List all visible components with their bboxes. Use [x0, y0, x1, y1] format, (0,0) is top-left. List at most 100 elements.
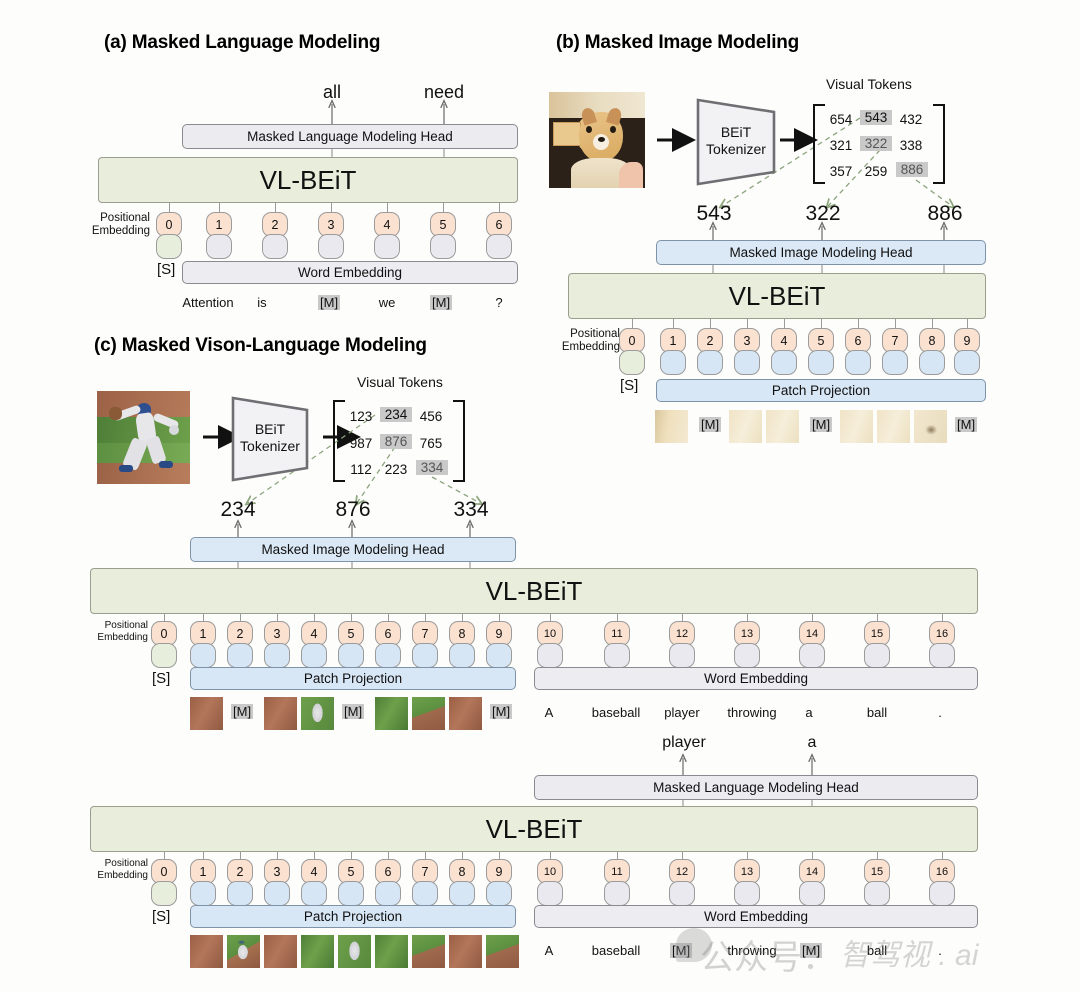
panel-c-bottom-patch-2: [264, 935, 297, 968]
panel-b-prediction-0: 543: [696, 202, 732, 225]
panel-a-word-2-mask: [M]: [318, 295, 341, 310]
panel-a-token-1: [206, 234, 232, 259]
panel-c-bottom-token-8: [449, 881, 475, 906]
panel-b-token-4: [771, 350, 797, 375]
panel-c-matrix-0-0: 123: [349, 409, 373, 424]
panel-b-patch-3: [766, 410, 799, 443]
panel-c-matrix-1-1: 876: [380, 434, 412, 449]
panel-b-matrix-0-0: 654: [829, 112, 853, 127]
panel-c-bottom-token-15: [864, 881, 890, 906]
panel-b-patch-6: [877, 410, 910, 443]
panel-c-top-patch-4-mask: [M]: [342, 704, 365, 719]
panel-c-bottom-word-1: baseball: [591, 943, 641, 958]
panel-c-matrix-2-0: 112: [350, 462, 372, 477]
panel-c-top-word-0: A: [544, 705, 554, 720]
panel-a-mlm-head: Masked Language Modeling Head: [182, 124, 518, 149]
panel-c-matrix-bracket-right: [453, 400, 465, 482]
panel-c-top-patch-2: [264, 697, 297, 730]
panel-c-top-token-1: [190, 643, 216, 668]
panel-c-bottom-token-11: [604, 881, 630, 906]
panel-c-top-patch-projection: Patch Projection: [190, 667, 516, 690]
panel-c-prediction-1: 876: [335, 498, 371, 521]
panel-b-matrix-1-0: 321: [829, 138, 853, 153]
panel-c-bottom-token-5: [338, 881, 364, 906]
panel-c-bottom-patch-3: [301, 935, 334, 968]
panel-c-top-token-4: [301, 643, 327, 668]
panel-b-token-5: [808, 350, 834, 375]
panel-c-matrix-2-2: 334: [416, 460, 448, 475]
panel-c-bottom-patch-projection: Patch Projection: [190, 905, 516, 928]
panel-b-source-image: [549, 92, 645, 188]
panel-b-matrix-0-2: 432: [899, 112, 923, 127]
panel-c-top-word-4: a: [805, 705, 813, 720]
panel-c-top-patch-5: [375, 697, 408, 730]
panel-c-matrix-2-1: 223: [384, 462, 408, 477]
panel-c-bottom-output-1: a: [807, 734, 817, 751]
panel-b-patch-5: [840, 410, 873, 443]
figure-root: (a) Masked Language Modeling all need Ma…: [0, 0, 1080, 992]
panel-a-token-2: [262, 234, 288, 259]
panel-a-title: (a) Masked Language Modeling: [104, 32, 381, 53]
panel-c-top-word-5: ball: [866, 705, 888, 720]
panel-b-matrix-bracket-left: [813, 104, 825, 184]
panel-c-visual-tokens-title: Visual Tokens: [357, 374, 443, 390]
panel-a-token-5: [430, 234, 456, 259]
watermark-text-cn: 公众号：: [700, 939, 836, 977]
panel-c-bottom-patch-0: [190, 935, 223, 968]
panel-c-bottom-token-3: [264, 881, 290, 906]
panel-c-bottom-patch-8: [486, 935, 519, 968]
panel-c-top-word-1: baseball: [591, 705, 641, 720]
panel-c-top-token-11: [604, 643, 630, 668]
panel-c-top-start-token: [S]: [152, 670, 171, 687]
panel-c-top-word-3: throwing: [727, 705, 777, 720]
panel-a-output-need: need: [423, 82, 465, 102]
panel-a-word-embedding: Word Embedding: [182, 261, 518, 284]
panel-a-backbone: VL-BEiT: [98, 157, 518, 203]
panel-c-bottom-patch-7: [449, 935, 482, 968]
panel-c-top-token-9: [486, 643, 512, 668]
panel-a-positional-label: Positional Embedding: [91, 212, 150, 237]
panel-b-token-9: [954, 350, 980, 375]
panel-c-top-word-2: player: [664, 705, 700, 720]
panel-c-top-token-2: [227, 643, 253, 668]
panel-c-prediction-0: 234: [220, 498, 256, 521]
panel-b-matrix-2-0: 357: [829, 164, 853, 179]
panel-c-top-token-15: [864, 643, 890, 668]
panel-c-bottom-patch-1: [227, 935, 260, 968]
panel-c-matrix-1-0: 987: [349, 436, 373, 451]
panel-b-token-6: [845, 350, 871, 375]
panel-c-bottom-token-7: [412, 881, 438, 906]
panel-c-backbone-bottom: VL-BEiT: [90, 806, 978, 852]
panel-c-matrix-0-2: 456: [419, 409, 443, 424]
panel-b-token-2: [697, 350, 723, 375]
panel-c-bottom-token-14: [799, 881, 825, 906]
panel-c-bottom-token-9: [486, 881, 512, 906]
panel-c-mim-head: Masked Image Modeling Head: [190, 537, 516, 562]
panel-b-patch-projection: Patch Projection: [656, 379, 986, 402]
panel-b-token-7: [882, 350, 908, 375]
panel-b-token-0: [619, 350, 645, 375]
panel-c-bottom-patch-4: [338, 935, 371, 968]
panel-c-top-patch-1-mask: [M]: [231, 704, 254, 719]
panel-c-prediction-2: 334: [453, 498, 489, 521]
panel-b-backbone: VL-BEiT: [568, 273, 986, 319]
panel-b-title: (b) Masked Image Modeling: [556, 32, 800, 53]
panel-c-bottom-token-0: [151, 881, 177, 906]
panel-b-patch-1-mask: [M]: [699, 417, 722, 432]
panel-c-bottom-token-16: [929, 881, 955, 906]
panel-a-output-all: all: [322, 82, 341, 102]
panel-b-token-8: [919, 350, 945, 375]
panel-c-bottom-token-1: [190, 881, 216, 906]
panel-a-token-3: [318, 234, 344, 259]
panel-c-top-patch-3: [301, 697, 334, 730]
panel-c-bottom-token-4: [301, 881, 327, 906]
panel-c-top-word-embedding: Word Embedding: [534, 667, 978, 690]
panel-b-positional-label: Positional Embedding: [561, 328, 620, 353]
panel-b-token-1: [660, 350, 686, 375]
panel-b-matrix-0-1: 543: [860, 110, 892, 125]
panel-c-matrix-bracket-left: [333, 400, 345, 482]
panel-c-title: (c) Masked Vison-Language Modeling: [94, 335, 427, 356]
panel-c-matrix-0-1: 234: [380, 407, 412, 422]
panel-b-matrix-1-2: 338: [899, 138, 923, 153]
panel-a-word-3: we: [378, 295, 396, 310]
